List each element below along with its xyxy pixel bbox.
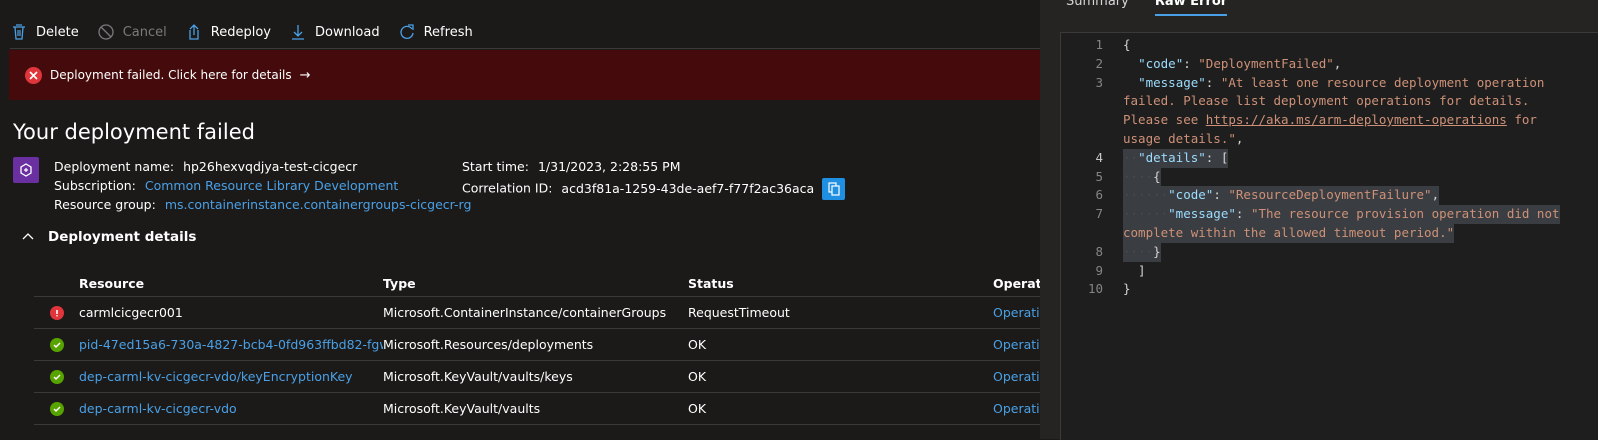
column-header-status[interactable]: Status [688, 276, 993, 291]
deployment-details-label: Deployment details [48, 229, 197, 245]
subscription-row: Subscription: Common Resource Library De… [54, 176, 471, 195]
tab-summary[interactable]: Summary [1066, 0, 1129, 16]
correlation-value: acd3f81a-1259-43de-aef7-f77f2ac36aca [561, 180, 815, 196]
refresh-label: Refresh [423, 24, 473, 40]
resource-status: OK [688, 369, 707, 384]
code-line: 9 ] [1095, 262, 1146, 278]
resource-type: Microsoft.Resources/deployments [383, 337, 594, 352]
resource-type: Microsoft.KeyVault/vaults [383, 401, 541, 416]
copy-button[interactable] [822, 178, 846, 200]
code-line: 2 "code": "DeploymentFailed", [1095, 55, 1342, 71]
code-line: 6 ······"code": "ResourceDeploymentFailur… [1061, 186, 1598, 206]
refresh-button[interactable]: Refresh [398, 23, 473, 41]
code-line: 10} [1087, 281, 1131, 297]
resource-link[interactable]: dep-carml-kv-cicgecr-vdo [79, 401, 383, 416]
correlation-row: Correlation ID: acd3f81a-1259-43de-aef7-… [462, 178, 846, 200]
table-row: dep-carml-kv-cicgecr-vdo/keyEncryptionKe… [34, 361, 1058, 393]
resource-name: carmlcicgecr001 [79, 305, 183, 320]
deployment-meta: Deployment name: hp26hexvqdjya-test-cicg… [54, 157, 471, 214]
chevron-up-icon [22, 233, 34, 240]
table-row: pid-47ed15a6-730a-4827-bcb4-0fd963ffbd82… [34, 329, 1058, 361]
panel-tabs: Summary Raw Error [1066, 0, 1253, 16]
cancel-label: Cancel [122, 24, 167, 40]
page-title: Your deployment failed [13, 120, 255, 144]
raw-error-editor[interactable]: 1{ 2 "code": "DeploymentFailed", 3 "mess… [1060, 32, 1598, 440]
redeploy-label: Redeploy [210, 24, 271, 40]
column-header-resource[interactable]: Resource [79, 276, 383, 291]
cancel-button[interactable]: Cancel [97, 23, 167, 41]
resource-status: RequestTimeout [688, 305, 790, 320]
correlation-label: Correlation ID: [462, 180, 553, 196]
success-status-icon [50, 337, 64, 352]
deployment-meta-right: Start time: 1/31/2023, 2:28:55 PM Correl… [462, 157, 846, 200]
code-line-wrap: complete within the allowed timeout peri… [1061, 223, 1598, 243]
resource-type: Microsoft.KeyVault/vaults/keys [383, 369, 573, 384]
success-status-icon [50, 369, 64, 384]
resource-group-link[interactable]: ms.containerinstance.containergroups-cic… [165, 197, 472, 212]
start-time-label: Start time: [462, 159, 529, 174]
deployment-details-toggle[interactable]: Deployment details [22, 229, 196, 245]
delete-label: Delete [36, 24, 79, 40]
resource-status: OK [688, 401, 707, 416]
code-line-wrap: usage details.", [1123, 130, 1244, 146]
table-header: Resource Type Status Operation details [34, 270, 1058, 297]
tab-raw-error[interactable]: Raw Error [1154, 0, 1228, 16]
error-banner[interactable]: Deployment failed. Click here for detail… [9, 50, 1058, 100]
copy-icon [828, 182, 840, 196]
deployment-overview-pane: Delete Cancel Redeploy Download Refresh … [0, 0, 1058, 439]
download-button[interactable]: Download [289, 23, 380, 41]
trash-icon [13, 24, 25, 40]
deployment-name-value: hp26hexvqdjya-test-cicgecr [183, 159, 358, 174]
error-banner-text: Deployment failed. Click here for detail… [50, 68, 292, 82]
code-line: 5 ····{ [1061, 167, 1598, 187]
json-code: 1{ 2 "code": "DeploymentFailed", 3 "mess… [1061, 33, 1598, 299]
code-line: 4 ··"details": [ [1061, 148, 1598, 168]
cancel-icon [98, 24, 114, 40]
error-status-icon [50, 305, 64, 320]
error-details-panel: Summary Raw Error 1{ 2 "code": "Deployme… [1040, 0, 1598, 440]
aka-ms-link[interactable]: https://aka.ms/arm-deployment-operations [1206, 111, 1507, 130]
resource-group-row: Resource group: ms.containerinstance.con… [54, 195, 471, 214]
redeploy-icon [189, 24, 199, 40]
subscription-label: Subscription: [54, 178, 136, 193]
deployment-name-row: Deployment name: hp26hexvqdjya-test-cicg… [54, 157, 471, 176]
code-line: 1{ [1095, 37, 1131, 52]
download-icon [291, 25, 304, 40]
deployment-name-label: Deployment name: [54, 159, 175, 174]
arrow-right-icon: → [299, 67, 311, 83]
table-row: carmlcicgecr001 Microsoft.ContainerInsta… [34, 297, 1058, 329]
deployment-details-table: Resource Type Status Operation details c… [34, 270, 1058, 425]
deployment-icon [13, 157, 39, 183]
code-line: 7 ······"message": "The resource provisio… [1061, 205, 1598, 224]
code-line-wrap: Please see https://aka.ms/arm-deployment… [1061, 111, 1598, 130]
resource-group-label: Resource group: [54, 197, 156, 212]
resource-link[interactable]: dep-carml-kv-cicgecr-vdo/keyEncryptionKe… [79, 369, 383, 384]
code-line: 3 "message": "At least one resource depl… [1095, 74, 1545, 90]
resource-link[interactable]: pid-47ed15a6-730a-4827-bcb4-0fd963ffbd82… [79, 337, 383, 352]
redeploy-button[interactable]: Redeploy [185, 23, 271, 41]
code-line-wrap: failed. Please list deployment operation… [1123, 93, 1530, 109]
error-icon [25, 66, 42, 84]
code-line: 8 ····} [1061, 242, 1598, 262]
resource-status: OK [688, 337, 707, 352]
column-header-type[interactable]: Type [383, 276, 688, 291]
download-label: Download [314, 24, 380, 40]
toolbar-divider [10, 48, 1058, 49]
start-time-row: Start time: 1/31/2023, 2:28:55 PM [462, 157, 845, 176]
resource-type: Microsoft.ContainerInstance/containerGro… [383, 305, 667, 320]
success-status-icon [50, 401, 64, 416]
subscription-link[interactable]: Common Resource Library Development [145, 178, 398, 193]
table-row: dep-carml-kv-cicgecr-vdo Microsoft.KeyVa… [34, 393, 1058, 425]
command-bar: Delete Cancel Redeploy Download Refresh [10, 19, 491, 45]
delete-button[interactable]: Delete [10, 23, 79, 41]
refresh-icon [400, 24, 414, 39]
start-time-value: 1/31/2023, 2:28:55 PM [537, 159, 681, 174]
